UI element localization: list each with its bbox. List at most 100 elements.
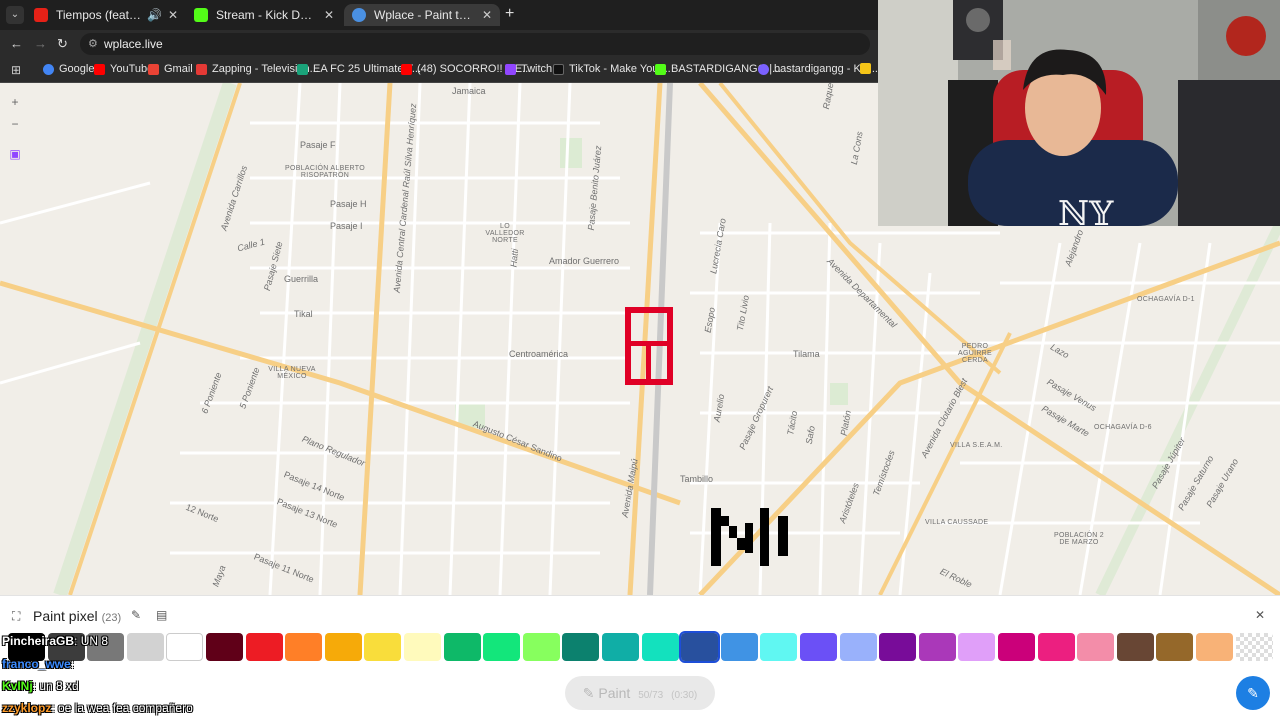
chat-username: zzyklopz [2,701,52,715]
street-label: Hatti [508,248,521,268]
neighborhood-label: VILLA S.E.A.M. [950,442,1003,449]
bookmark-youtube[interactable]: YouTube [94,63,153,75]
color-swatch[interactable] [1038,633,1075,661]
color-swatch[interactable] [1196,633,1233,661]
color-swatch[interactable] [444,633,481,661]
neighborhood-label: PEDRO AGUIRRE CERDA [958,343,992,364]
back-icon[interactable]: ← [10,36,23,51]
neighborhood-label: OCHAGAVÍA D-6 [1094,424,1152,431]
palette-icon[interactable]: ▤ [156,608,167,622]
close-icon[interactable]: ✕ [1255,608,1265,622]
color-swatch[interactable] [325,633,362,661]
webcam-overlay: ℕ𝕐 [878,0,1280,226]
paint-pixel-title: Paint pixel [33,608,98,624]
tab-youtube[interactable]: Tiempos (feat. Farruko) - Yo 🔊 ✕ [26,4,186,26]
bookmark-label: Google [59,63,95,75]
color-swatch[interactable] [642,633,679,661]
chat-text: : [70,657,75,671]
bookmark-twitch[interactable]: Twitch [505,63,552,75]
color-swatch[interactable] [523,633,560,661]
chat-message: zzyklopz: oe la wea fea compañero [2,701,193,715]
color-swatch[interactable] [404,633,441,661]
color-swatch[interactable] [1156,633,1193,661]
close-tab-icon[interactable]: ✕ [168,8,178,22]
color-swatch[interactable] [1117,633,1154,661]
street-label: Jamaica [452,86,486,96]
color-swatch[interactable] [760,633,797,661]
wplace-favicon-icon [352,8,366,22]
zoom-out-icon[interactable]: − [6,115,24,133]
site-info-icon[interactable]: ⚙ [88,33,98,55]
chat-username: KvINj [2,679,33,693]
color-swatch[interactable] [800,633,837,661]
color-swatch[interactable] [483,633,520,661]
street-label: Pasaje I [330,221,363,231]
fullscreen-icon[interactable]: ⛶ [12,609,20,624]
color-swatch[interactable] [998,633,1035,661]
kick-icon [655,63,666,75]
color-swatch[interactable] [679,631,720,663]
color-swatch[interactable] [1236,633,1273,661]
chat-message: KvINj: un 8 xd [2,679,79,693]
color-swatch[interactable] [958,633,995,661]
street-label: Guerrilla [284,274,319,284]
youtube-icon [94,63,105,75]
gmail-icon [148,63,159,75]
twitch-icon[interactable]: ▣ [6,145,24,163]
address-bar[interactable]: ⚙ wplace.live [80,33,870,55]
neighborhood-label: OCHAGAVÍA D-1 [1137,296,1195,303]
paint-label: Paint [598,685,631,701]
color-swatch[interactable] [246,633,283,661]
new-tab-icon[interactable]: + [505,5,514,23]
color-swatch[interactable] [206,633,243,661]
tab-title: Stream - Kick Dashboard [216,8,318,22]
site-icon [758,63,769,75]
brush-icon: ✎ [582,685,595,701]
color-swatch[interactable] [1077,633,1114,661]
color-swatch[interactable] [840,633,877,661]
panel-title: Paint pixel (23) [33,608,121,624]
bookmark-google[interactable]: Google [43,63,94,75]
color-swatch[interactable] [602,633,639,661]
color-swatch[interactable] [285,633,322,661]
zoom-in-icon[interactable]: + [6,93,24,111]
kick-favicon-icon [194,8,208,22]
paint-button[interactable]: ✎ Paint 50/73 (0:30) [565,676,715,710]
tab-search-chevron-icon[interactable]: ⌄ [6,6,24,24]
close-tab-icon[interactable]: ✕ [324,8,334,22]
bookmark-gmail[interactable]: Gmail [148,63,193,75]
color-swatch[interactable] [166,633,203,661]
chat-text: : UN 8 [74,634,109,648]
chat-username: PincheiraGB [2,634,75,648]
color-swatch[interactable] [364,633,401,661]
color-swatch[interactable] [879,633,916,661]
red-pixel-drawing [625,307,673,385]
folder-icon [860,63,871,74]
bookmark-overflow[interactable] [860,63,876,74]
speaker-icon[interactable]: 🔊 [147,8,162,22]
bookmark-label: YouTube [110,63,154,75]
apps-grid-icon[interactable]: ⊞ [11,63,21,77]
street-label: Amador Guerrero [549,256,620,266]
color-swatch[interactable] [919,633,956,661]
pixel-count: (23) [101,612,122,624]
reload-icon[interactable]: ↻ [57,36,68,52]
tab-wplace[interactable]: Wplace - Paint the world ✕ [344,4,500,26]
neighborhood-label: VILLA CAUSSADE [925,519,989,526]
neighborhood-label: LO VALLEDOR NORTE [485,223,525,244]
google-icon [43,63,54,75]
paint-fab-button[interactable]: ✎ [1236,676,1270,710]
pencil-icon[interactable]: ✎ [131,608,141,622]
tab-kick-dashboard[interactable]: Stream - Kick Dashboard ✕ [186,4,342,26]
eafc-icon [297,63,308,75]
color-swatch[interactable] [127,633,164,661]
chat-message: franco_wwe: [2,657,74,671]
bookmark-tiktok[interactable]: TikTok - Make Your... [553,63,671,75]
youtube-favicon-icon [34,8,48,22]
forward-icon[interactable]: → [34,36,47,51]
color-swatch[interactable] [562,633,599,661]
color-swatch[interactable] [721,633,758,661]
close-tab-icon[interactable]: ✕ [482,8,492,22]
bookmark-label: Twitch [521,63,553,75]
zapping-icon [196,63,207,75]
